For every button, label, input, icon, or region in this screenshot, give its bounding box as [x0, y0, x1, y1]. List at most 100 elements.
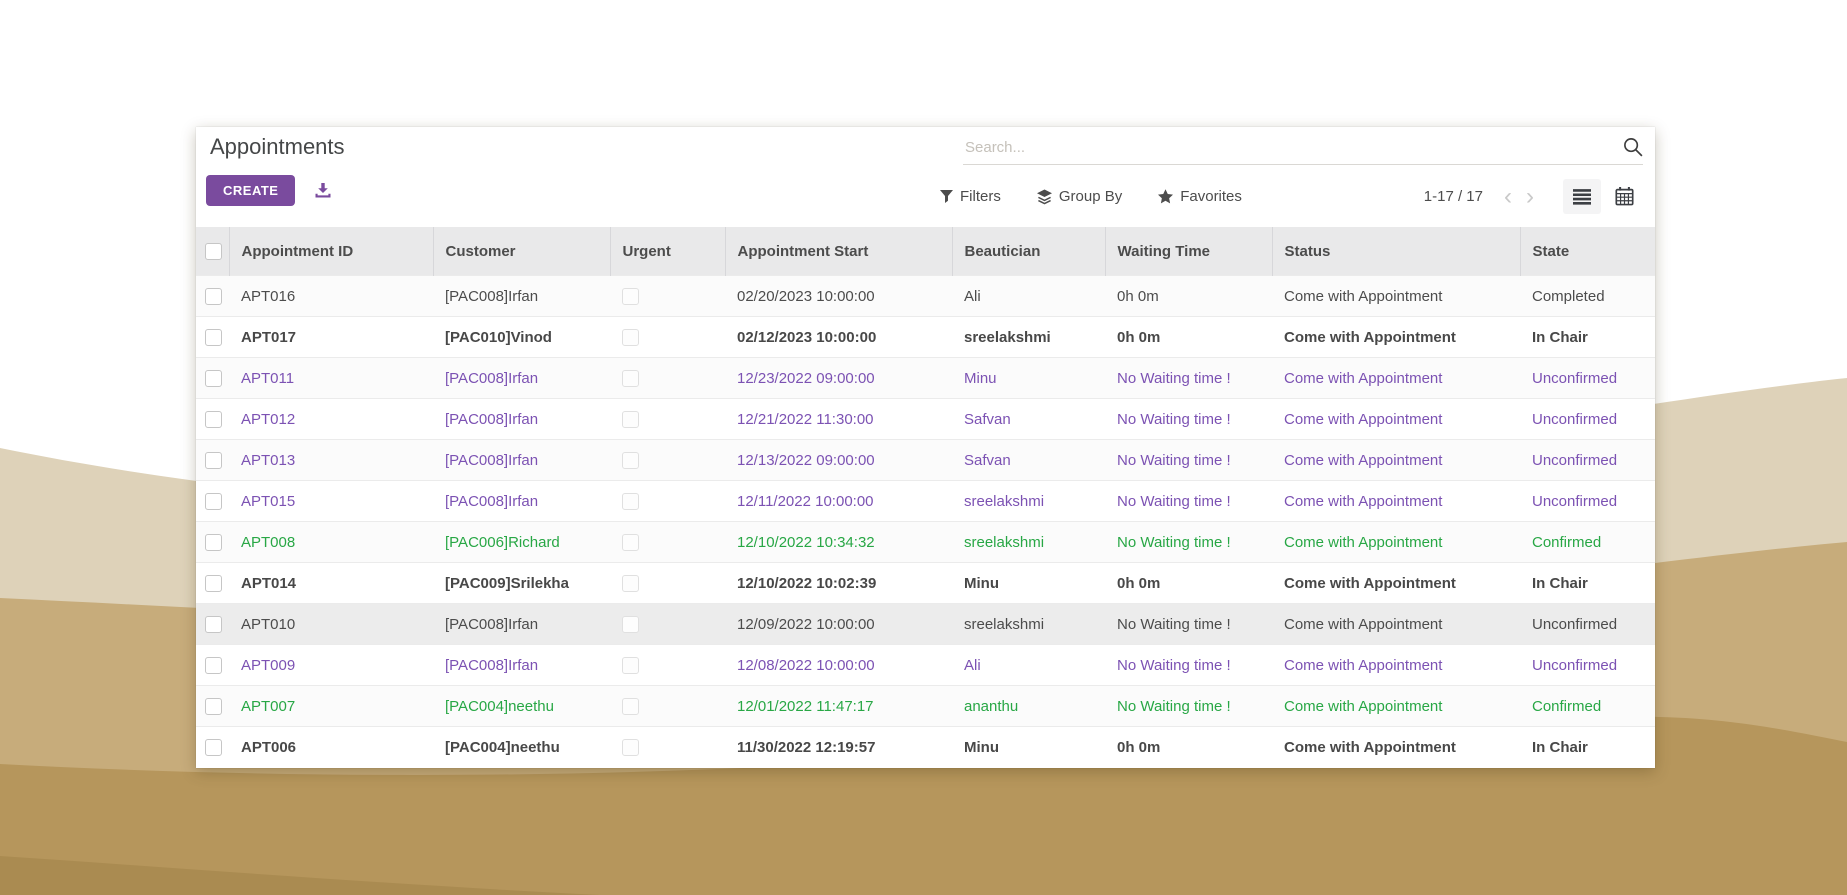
row-checkbox[interactable] [205, 615, 222, 633]
table-row[interactable]: APT007 [PAC004]neethu 12/01/2022 11:47:17 a… [196, 685, 1655, 727]
column-header-state[interactable]: State [1519, 227, 1655, 276]
appointment-start-cell[interactable]: 12/13/2022 09:00:00 [725, 439, 952, 481]
waiting-time-cell[interactable]: No Waiting time ! [1105, 603, 1272, 645]
row-select-cell[interactable] [196, 480, 229, 522]
group-by-menu-button[interactable]: Group By [1036, 188, 1122, 205]
column-header-waiting-time[interactable]: Waiting Time [1104, 227, 1272, 276]
customer-cell[interactable]: [PAC008]Irfan [433, 439, 610, 481]
waiting-time-cell[interactable]: 0h 0m [1105, 562, 1272, 604]
status-cell[interactable]: Come with Appointment [1272, 726, 1520, 767]
appointment-id-cell[interactable]: APT012 [229, 398, 433, 440]
urgent-checkbox[interactable] [622, 369, 639, 387]
status-cell[interactable]: Come with Appointment [1272, 521, 1520, 563]
row-select-cell[interactable] [196, 275, 229, 317]
beautician-cell[interactable]: Safvan [952, 398, 1105, 440]
beautician-cell[interactable]: ananthu [952, 685, 1105, 727]
appointment-start-cell[interactable]: 12/11/2022 10:00:00 [725, 480, 952, 522]
calendar-view-button[interactable] [1605, 179, 1643, 214]
row-select-cell[interactable] [196, 439, 229, 481]
urgent-checkbox[interactable] [622, 451, 639, 469]
waiting-time-cell[interactable]: No Waiting time ! [1105, 521, 1272, 563]
table-row[interactable]: APT014 [PAC009]Srilekha 12/10/2022 10:02:3… [196, 562, 1655, 604]
select-all-checkbox[interactable] [205, 242, 222, 260]
beautician-cell[interactable]: sreelakshmi [952, 316, 1105, 358]
urgent-cell[interactable] [610, 439, 725, 481]
beautician-cell[interactable]: sreelakshmi [952, 603, 1105, 645]
urgent-checkbox[interactable] [622, 656, 639, 674]
table-row[interactable]: APT012 [PAC008]Irfan 12/21/2022 11:30:00 Sa… [196, 398, 1655, 440]
table-row[interactable]: APT011 [PAC008]Irfan 12/23/2022 09:00:00 Mi… [196, 357, 1655, 399]
state-cell[interactable]: Unconfirmed [1520, 439, 1655, 481]
urgent-cell[interactable] [610, 726, 725, 767]
beautician-cell[interactable]: Ali [952, 644, 1105, 686]
row-select-cell[interactable] [196, 685, 229, 727]
urgent-checkbox[interactable] [622, 328, 639, 346]
table-row[interactable]: APT006 [PAC004]neethu 11/30/2022 12:19:57 M… [196, 726, 1655, 767]
urgent-cell[interactable] [610, 521, 725, 563]
filters-menu-button[interactable]: Filters [940, 188, 1001, 205]
state-cell[interactable]: Confirmed [1520, 521, 1655, 563]
beautician-cell[interactable]: Ali [952, 275, 1105, 317]
state-cell[interactable]: Confirmed [1520, 685, 1655, 727]
row-select-cell[interactable] [196, 562, 229, 604]
row-select-cell[interactable] [196, 316, 229, 358]
urgent-checkbox[interactable] [622, 410, 639, 428]
row-checkbox[interactable] [205, 492, 222, 510]
waiting-time-cell[interactable]: No Waiting time ! [1105, 439, 1272, 481]
customer-cell[interactable]: [PAC008]Irfan [433, 398, 610, 440]
create-button[interactable]: CREATE [206, 175, 296, 206]
column-header-beautician[interactable]: Beautician [951, 227, 1105, 276]
beautician-cell[interactable]: sreelakshmi [952, 480, 1105, 522]
status-cell[interactable]: Come with Appointment [1272, 562, 1520, 604]
urgent-checkbox[interactable] [622, 738, 639, 756]
appointment-id-cell[interactable]: APT007 [229, 685, 433, 727]
row-checkbox[interactable] [205, 328, 222, 346]
beautician-cell[interactable]: Minu [952, 726, 1105, 767]
appointment-id-cell[interactable]: APT006 [229, 726, 433, 767]
state-cell[interactable]: Unconfirmed [1520, 603, 1655, 645]
urgent-checkbox[interactable] [622, 533, 639, 551]
customer-cell[interactable]: [PAC010]Vinod [433, 316, 610, 358]
urgent-checkbox[interactable] [622, 574, 639, 592]
favorites-menu-button[interactable]: Favorites [1158, 188, 1242, 205]
list-view-button[interactable] [1563, 179, 1601, 214]
row-checkbox[interactable] [205, 410, 222, 428]
appointment-start-cell[interactable]: 12/23/2022 09:00:00 [725, 357, 952, 399]
row-checkbox[interactable] [205, 369, 222, 387]
column-header-appointment-start[interactable]: Appointment Start [724, 227, 952, 276]
row-checkbox[interactable] [205, 533, 222, 551]
row-checkbox[interactable] [205, 287, 222, 305]
appointment-start-cell[interactable]: 12/10/2022 10:02:39 [725, 562, 952, 604]
row-checkbox[interactable] [205, 738, 222, 756]
appointment-start-cell[interactable]: 12/09/2022 10:00:00 [725, 603, 952, 645]
table-row[interactable]: APT013 [PAC008]Irfan 12/13/2022 09:00:00 Sa… [196, 439, 1655, 481]
state-cell[interactable]: Unconfirmed [1520, 644, 1655, 686]
state-cell[interactable]: Completed [1520, 275, 1655, 317]
urgent-cell[interactable] [610, 316, 725, 358]
row-select-cell[interactable] [196, 357, 229, 399]
table-row[interactable]: APT008 [PAC006]Richard 12/10/2022 10:34:32… [196, 521, 1655, 563]
appointment-id-cell[interactable]: APT010 [229, 603, 433, 645]
beautician-cell[interactable]: Safvan [952, 439, 1105, 481]
urgent-cell[interactable] [610, 685, 725, 727]
customer-cell[interactable]: [PAC006]Richard [433, 521, 610, 563]
column-header-customer[interactable]: Customer [432, 227, 610, 276]
urgent-checkbox[interactable] [622, 615, 639, 633]
customer-cell[interactable]: [PAC008]Irfan [433, 357, 610, 399]
row-select-cell[interactable] [196, 726, 229, 767]
state-cell[interactable]: Unconfirmed [1520, 357, 1655, 399]
row-checkbox[interactable] [205, 451, 222, 469]
beautician-cell[interactable]: sreelakshmi [952, 521, 1105, 563]
row-select-cell[interactable] [196, 398, 229, 440]
table-row[interactable]: APT010 [PAC008]Irfan 12/09/2022 10:00:00 sr… [196, 603, 1655, 645]
state-cell[interactable]: In Chair [1520, 562, 1655, 604]
select-all-header-cell[interactable] [196, 227, 229, 276]
waiting-time-cell[interactable]: No Waiting time ! [1105, 480, 1272, 522]
customer-cell[interactable]: [PAC008]Irfan [433, 603, 610, 645]
waiting-time-cell[interactable]: 0h 0m [1105, 316, 1272, 358]
state-cell[interactable]: Unconfirmed [1520, 398, 1655, 440]
state-cell[interactable]: In Chair [1520, 726, 1655, 767]
appointment-id-cell[interactable]: APT013 [229, 439, 433, 481]
urgent-cell[interactable] [610, 603, 725, 645]
appointment-start-cell[interactable]: 12/10/2022 10:34:32 [725, 521, 952, 563]
